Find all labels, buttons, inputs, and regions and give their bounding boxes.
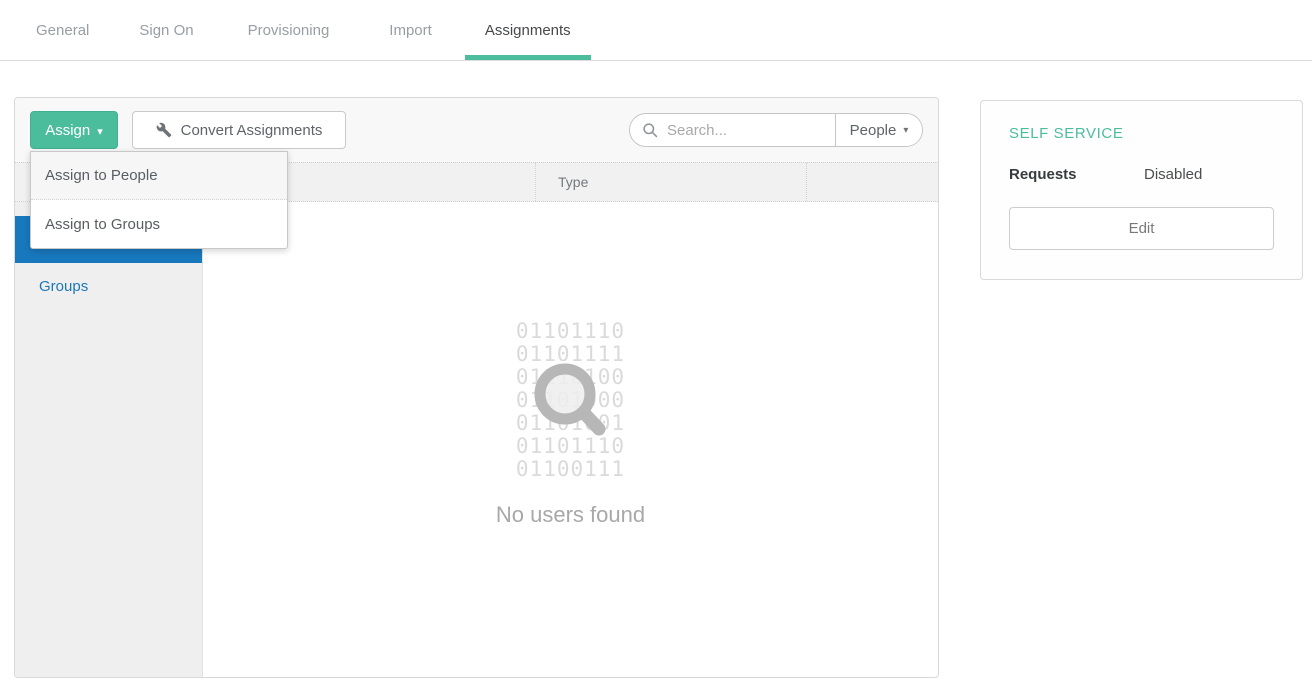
convert-assignments-label: Convert Assignments [181, 122, 323, 139]
sidebar-item-groups[interactable]: Groups [15, 263, 202, 310]
assign-button[interactable]: Assign ▾ [30, 111, 118, 149]
search-icon [642, 122, 659, 139]
self-service-title: SELF SERVICE [1009, 125, 1274, 142]
chevron-down-icon: ▾ [903, 125, 908, 136]
binary-line: 01101111 [516, 343, 625, 366]
search-scope-value: People [850, 122, 897, 139]
tab-assignments[interactable]: Assignments [465, 0, 591, 60]
search-scope-dropdown[interactable]: People ▾ [835, 114, 922, 146]
assign-button-label: Assign [45, 122, 90, 139]
requests-label: Requests [1009, 166, 1144, 183]
assignments-body: Groups 01101110 01101111 01110100 011010… [15, 202, 938, 677]
menu-item-assign-to-groups[interactable]: Assign to Groups [31, 200, 287, 248]
convert-assignments-button[interactable]: Convert Assignments [132, 111, 346, 149]
requests-status-value: Disabled [1144, 166, 1202, 183]
search-group: People ▾ [629, 113, 923, 147]
binary-line: 01101110 [516, 320, 625, 343]
binary-line: 01110100 [516, 366, 625, 389]
column-header-type: Type [536, 163, 807, 201]
tab-provisioning[interactable]: Provisioning [228, 0, 350, 60]
binary-line: 01101001 [516, 412, 625, 435]
requests-row: Requests Disabled [1009, 166, 1274, 183]
search-section [630, 114, 835, 146]
tab-import[interactable]: Import [369, 0, 452, 60]
self-service-panel: SELF SERVICE Requests Disabled Edit [980, 100, 1303, 280]
assignments-sidebar: Groups [15, 202, 203, 677]
wrench-icon [156, 122, 172, 138]
binary-line: 01101110 [516, 435, 625, 458]
binary-art: 01101110 01101111 01110100 01101000 0110… [516, 320, 625, 481]
empty-state-message: No users found [203, 502, 938, 528]
menu-item-assign-to-people[interactable]: Assign to People [31, 152, 287, 200]
chevron-down-icon: ▾ [97, 125, 103, 138]
binary-line: 01101000 [516, 389, 625, 412]
empty-state: 01101110 01101111 01110100 01101000 0110… [203, 320, 938, 528]
binary-line: 01100111 [516, 458, 625, 481]
tab-sign-on[interactable]: Sign On [119, 0, 213, 60]
assign-dropdown-menu: Assign to People Assign to Groups [30, 151, 288, 249]
edit-button[interactable]: Edit [1009, 207, 1274, 250]
column-header-actions [807, 163, 938, 201]
search-input[interactable] [667, 122, 817, 139]
assignments-content: 01101110 01101111 01110100 01101000 0110… [203, 202, 938, 677]
tab-general[interactable]: General [16, 0, 109, 60]
app-tabs-bar: General Sign On Provisioning Import Assi… [0, 0, 1312, 61]
